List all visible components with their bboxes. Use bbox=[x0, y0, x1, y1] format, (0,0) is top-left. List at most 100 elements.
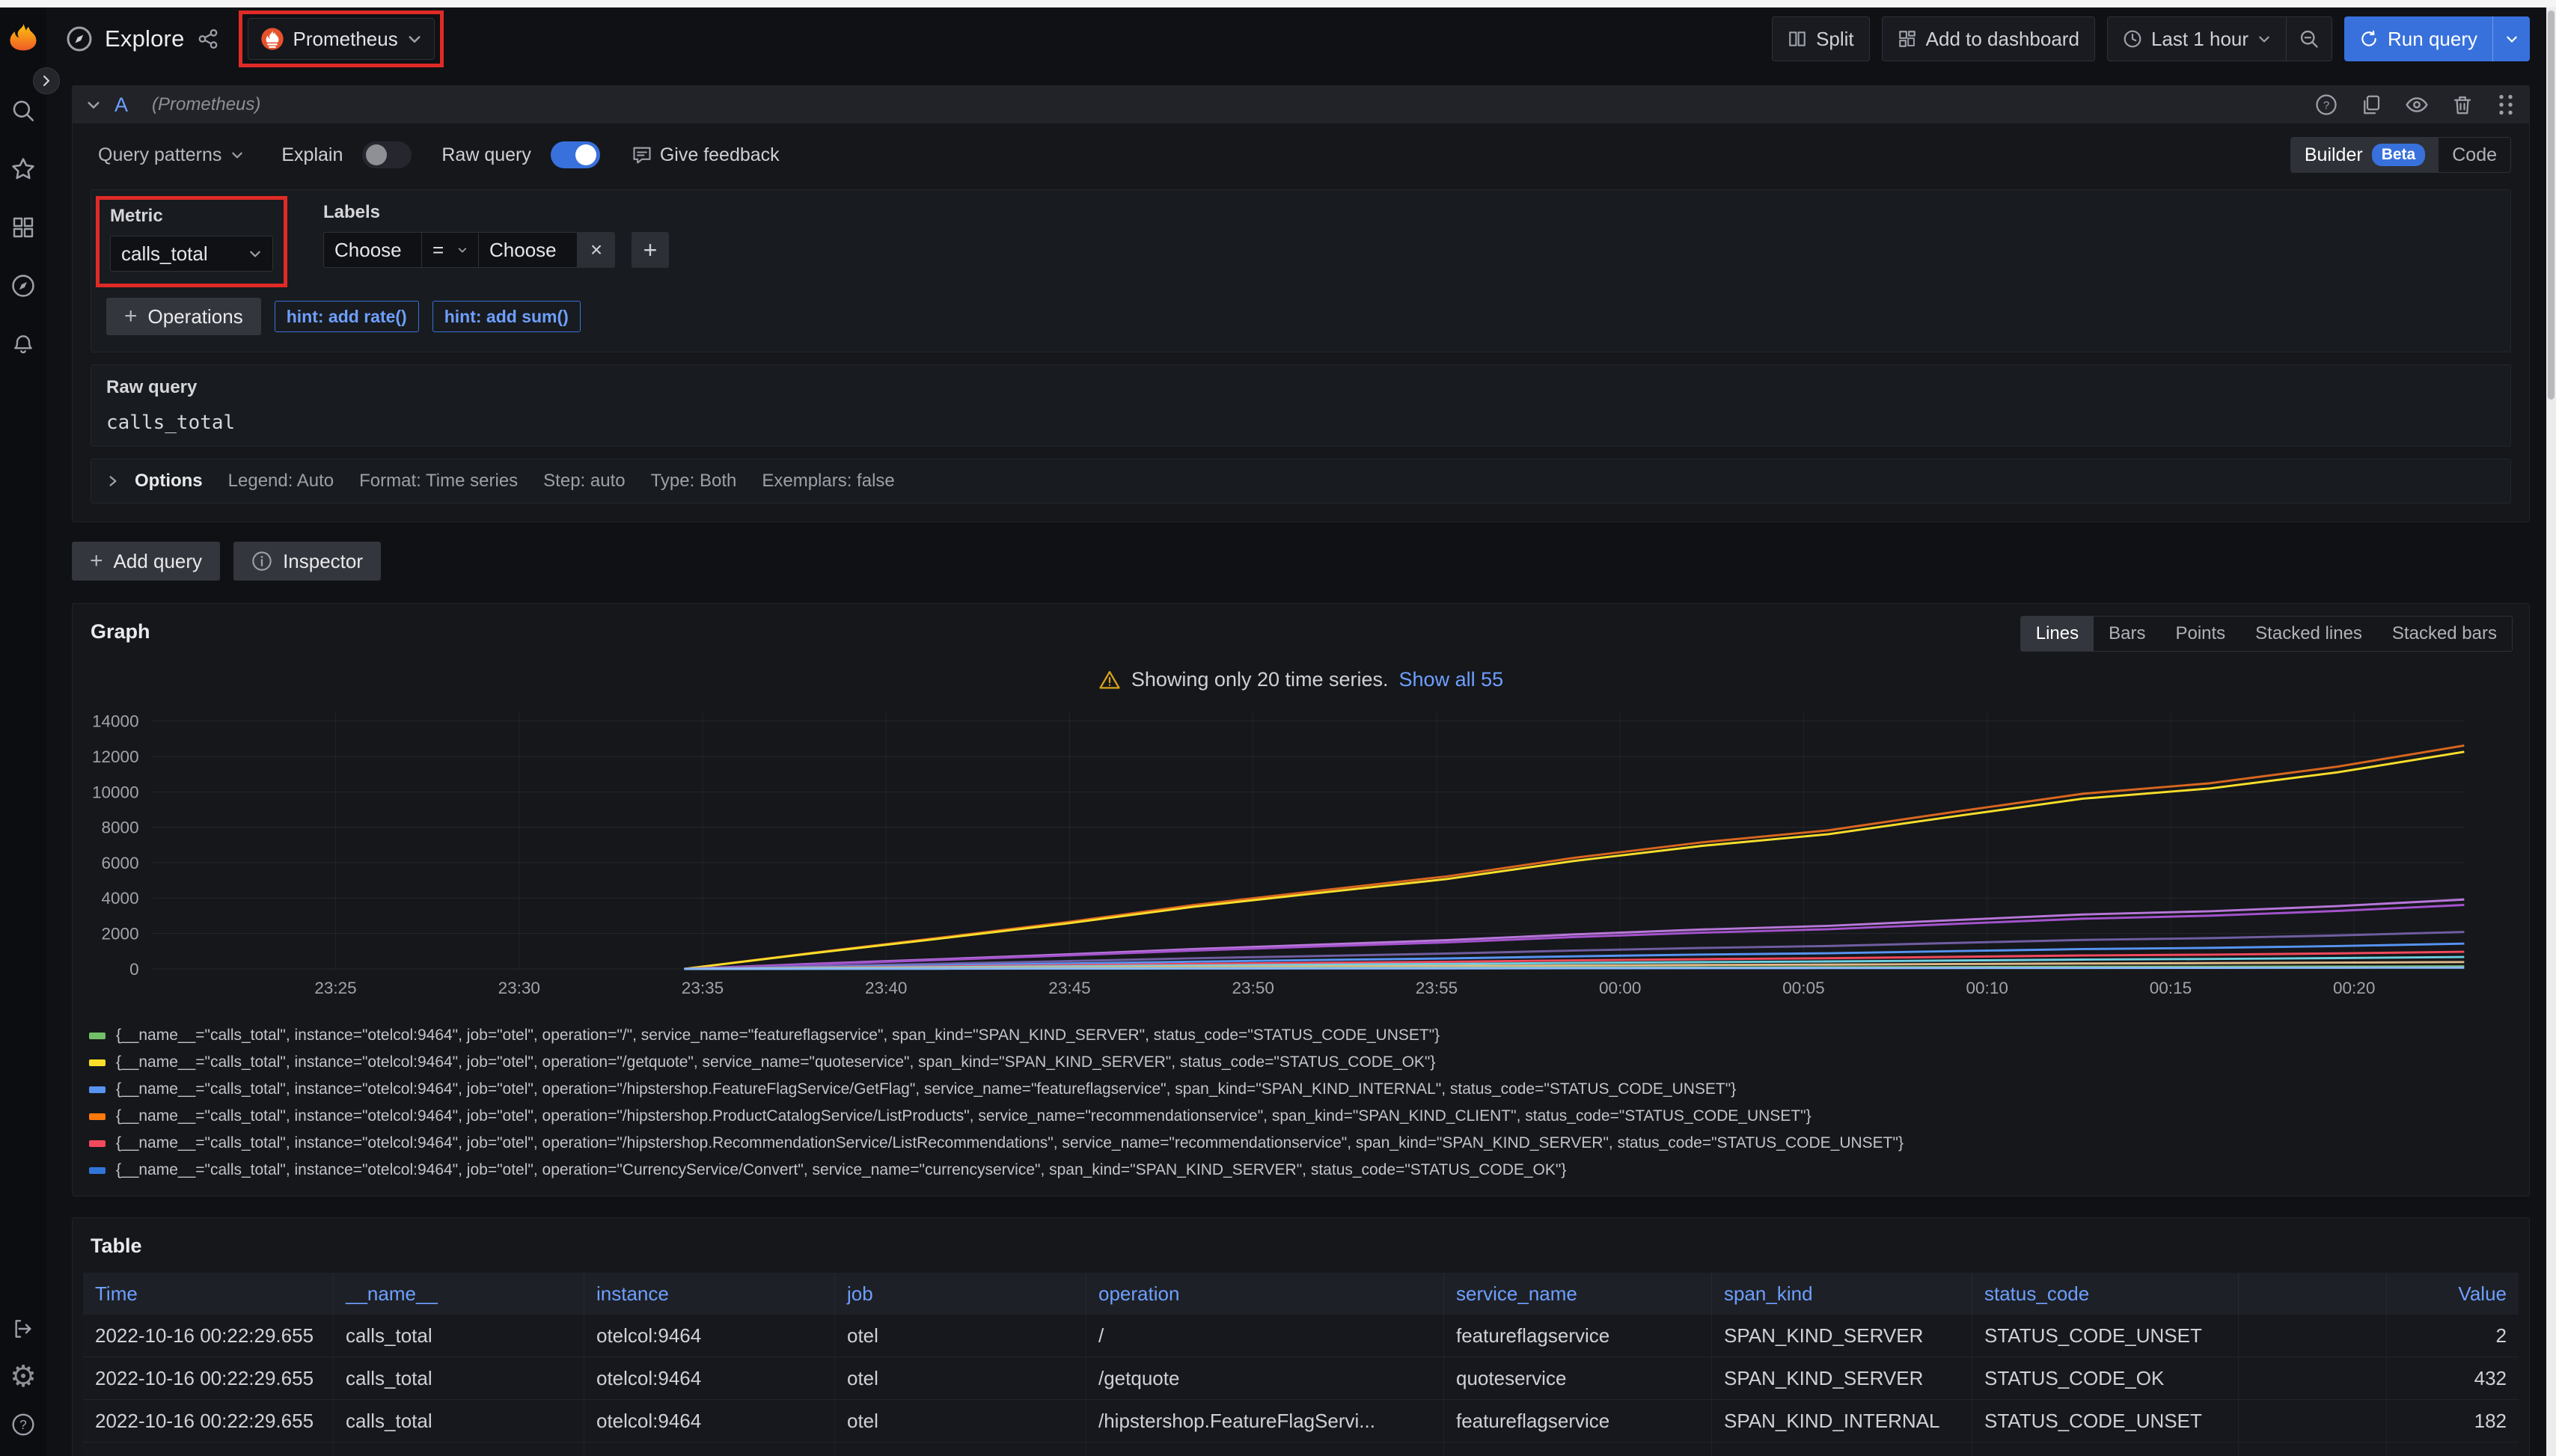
column-header-job[interactable]: job bbox=[835, 1273, 1086, 1315]
graph-panel: Graph LinesBarsPointsStacked linesStacke… bbox=[72, 603, 2530, 1196]
column-header-span_kind[interactable]: span_kind bbox=[1712, 1273, 1972, 1315]
clock-icon bbox=[2123, 29, 2142, 49]
collapse-chevron-icon[interactable] bbox=[86, 97, 101, 112]
graph-mode-lines[interactable]: Lines bbox=[2021, 617, 2094, 651]
results-table: Time__name__instancejoboperationservice_… bbox=[83, 1273, 2519, 1456]
add-query-button[interactable]: + Add query bbox=[72, 542, 220, 581]
y-axis-tick: 0 bbox=[129, 960, 139, 979]
query-ref-id: A bbox=[114, 94, 128, 117]
hint-add-rate-button[interactable]: hint: add rate() bbox=[275, 301, 419, 332]
sidebar-expand-button[interactable] bbox=[33, 67, 60, 94]
table-cell: 621 bbox=[2387, 1443, 2519, 1456]
x-axis-tick: 23:45 bbox=[1048, 979, 1090, 997]
add-to-dashboard-button[interactable]: Add to dashboard bbox=[1882, 16, 2095, 61]
operations-button[interactable]: + Operations bbox=[106, 298, 261, 335]
series-line bbox=[684, 967, 2464, 969]
warning-text: Showing only 20 time series. bbox=[1131, 668, 1389, 691]
column-header-service_name[interactable]: service_name bbox=[1444, 1273, 1712, 1315]
label-key-select[interactable]: Choose bbox=[323, 232, 422, 268]
legend-item[interactable]: {__name__="calls_total", instance="otelc… bbox=[89, 1076, 2513, 1103]
x-axis-tick: 23:50 bbox=[1232, 979, 1274, 997]
alerting-icon[interactable] bbox=[0, 320, 46, 368]
graph-mode-bars[interactable]: Bars bbox=[2094, 617, 2160, 651]
legend-item[interactable]: {__name__="calls_total", instance="otelc… bbox=[89, 1157, 2513, 1184]
datasource-picker[interactable]: Prometheus bbox=[248, 18, 435, 60]
query-options-row[interactable]: Options Legend: Auto Format: Time series… bbox=[91, 459, 2511, 504]
series-limit-warning: Showing only 20 time series. Show all 55 bbox=[89, 668, 2513, 691]
column-header-instance[interactable]: instance bbox=[584, 1273, 835, 1315]
remove-label-filter-button[interactable]: × bbox=[578, 232, 615, 268]
table-cell: SPAN_KIND_CLIENT bbox=[1712, 1443, 1972, 1456]
table-cell: quoteservice bbox=[1444, 1357, 1712, 1399]
query-datasource-hint: (Prometheus) bbox=[152, 94, 260, 115]
code-tab[interactable]: Code bbox=[2439, 138, 2510, 172]
graph-mode-points[interactable]: Points bbox=[2160, 617, 2240, 651]
table-cell: otel bbox=[835, 1357, 1086, 1399]
legend-item[interactable]: {__name__="calls_total", instance="otelc… bbox=[89, 1130, 2513, 1157]
settings-gear-icon[interactable]: ⚙ bbox=[0, 1353, 46, 1401]
timeseries-chart[interactable]: 0200040006000800010000120001400023:2523:… bbox=[89, 696, 2513, 1019]
builder-section: Metric calls_total Labels C bbox=[91, 189, 2511, 352]
help-icon[interactable]: ? bbox=[0, 1401, 46, 1449]
series-color-swatch bbox=[89, 1113, 106, 1120]
time-range-picker[interactable]: Last 1 hour bbox=[2107, 16, 2287, 61]
plus-icon: + bbox=[124, 304, 138, 329]
builder-tab[interactable]: Builder Beta bbox=[2291, 138, 2439, 172]
legend-item[interactable]: {__name__="calls_total", instance="otelc… bbox=[89, 1022, 2513, 1049]
duplicate-query-icon[interactable] bbox=[2360, 94, 2382, 116]
raw-query-section: Raw query calls_total bbox=[91, 364, 2511, 447]
show-all-series-link[interactable]: Show all 55 bbox=[1399, 668, 1504, 691]
hide-response-eye-icon[interactable] bbox=[2405, 93, 2429, 117]
graph-mode-stacked-lines[interactable]: Stacked lines bbox=[2240, 617, 2377, 651]
starred-icon[interactable] bbox=[0, 145, 46, 193]
inspector-button[interactable]: Inspector bbox=[233, 542, 381, 581]
table-cell: 2022-10-16 00:22:29.655 bbox=[83, 1357, 334, 1399]
info-icon bbox=[251, 551, 272, 572]
search-icon[interactable] bbox=[0, 87, 46, 135]
split-button[interactable]: Split bbox=[1772, 16, 1870, 61]
query-row-header[interactable]: A (Prometheus) ? bbox=[73, 86, 2529, 123]
legend-item[interactable]: {__name__="calls_total", instance="otelc… bbox=[89, 1184, 2513, 1188]
query-patterns-button[interactable]: Query patterns bbox=[91, 138, 251, 172]
run-query-dropdown[interactable] bbox=[2492, 16, 2530, 61]
datasource-highlight-box: Prometheus bbox=[239, 10, 444, 67]
table-header-row: Time__name__instancejoboperationservice_… bbox=[83, 1273, 2519, 1315]
query-help-icon[interactable]: ? bbox=[2315, 94, 2338, 116]
comment-icon bbox=[632, 144, 652, 165]
hint-add-sum-button[interactable]: hint: add sum() bbox=[432, 301, 581, 332]
column-header-status_code[interactable]: status_code bbox=[1972, 1273, 2239, 1315]
add-label-filter-button[interactable]: + bbox=[632, 232, 669, 268]
explore-nav-icon[interactable] bbox=[0, 262, 46, 310]
label-value-select[interactable]: Choose bbox=[479, 232, 578, 268]
table-cell: STATUS_CODE_UNSET bbox=[1972, 1443, 2239, 1456]
table-cell: /hipstershop.ProductCatalogS... bbox=[1086, 1443, 1444, 1456]
raw-query-toggle[interactable] bbox=[551, 141, 600, 168]
metric-select[interactable]: calls_total bbox=[110, 236, 273, 272]
drag-handle-icon[interactable] bbox=[2496, 94, 2516, 116]
column-header-Value[interactable]: Value bbox=[2387, 1273, 2519, 1315]
column-header-Time[interactable]: Time bbox=[83, 1273, 334, 1315]
legend-item[interactable]: {__name__="calls_total", instance="otelc… bbox=[89, 1103, 2513, 1130]
column-header-operation[interactable]: operation bbox=[1086, 1273, 1444, 1315]
table-cell: 432 bbox=[2387, 1357, 2519, 1399]
scrollbar-thumb[interactable] bbox=[2548, 10, 2555, 400]
zoom-out-button[interactable] bbox=[2287, 16, 2332, 61]
run-query-button[interactable]: Run query bbox=[2344, 16, 2530, 61]
dashboards-icon[interactable] bbox=[0, 204, 46, 251]
table-row: 2022-10-16 00:22:29.655calls_totalotelco… bbox=[83, 1315, 2519, 1357]
nav-sidebar: ⚙ ? bbox=[0, 7, 46, 1456]
delete-query-icon[interactable] bbox=[2451, 94, 2474, 116]
legend-item[interactable]: {__name__="calls_total", instance="otelc… bbox=[89, 1049, 2513, 1076]
grafana-logo[interactable] bbox=[0, 7, 46, 66]
graph-mode-stacked-bars[interactable]: Stacked bars bbox=[2377, 617, 2512, 651]
refresh-icon bbox=[2359, 29, 2379, 49]
label-operator-select[interactable]: = bbox=[422, 232, 479, 268]
labels-label: Labels bbox=[323, 202, 669, 223]
share-icon[interactable] bbox=[197, 28, 219, 50]
column-header-__name__[interactable]: __name__ bbox=[334, 1273, 584, 1315]
explain-toggle[interactable] bbox=[362, 141, 412, 168]
give-feedback-button[interactable]: Give feedback bbox=[632, 144, 780, 166]
table-cell bbox=[2239, 1315, 2387, 1356]
page-scrollbar[interactable] bbox=[2546, 7, 2556, 1456]
sign-in-icon[interactable] bbox=[0, 1305, 46, 1353]
